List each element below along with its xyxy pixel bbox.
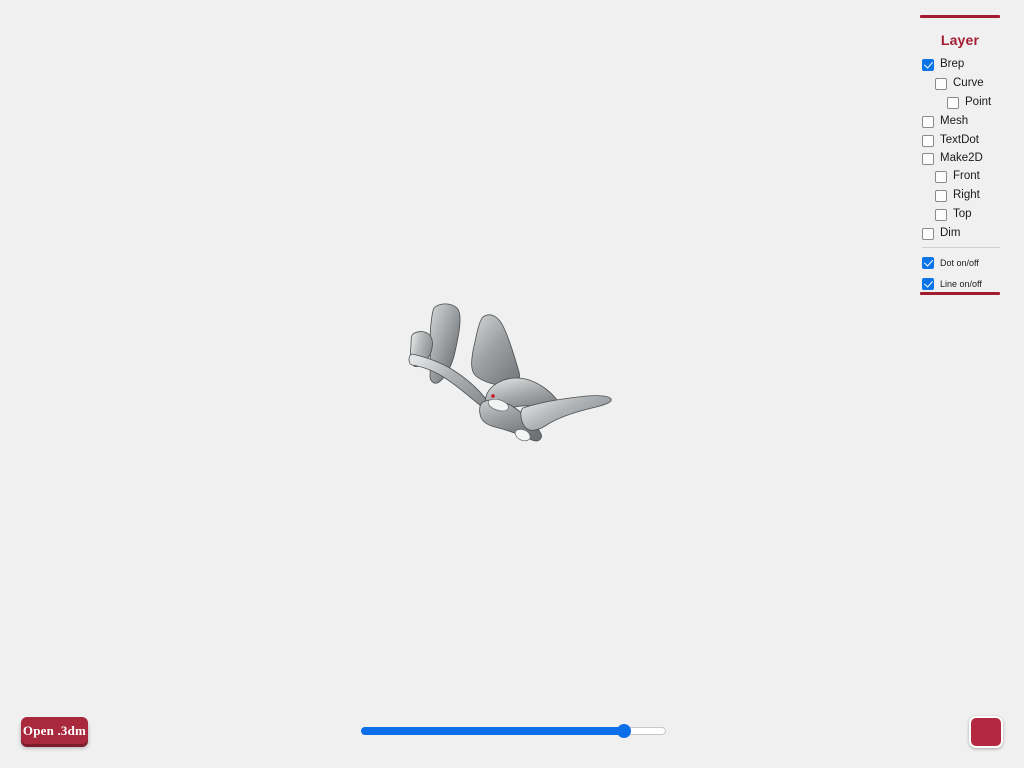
zoom-slider[interactable] <box>361 724 666 738</box>
checkbox-front[interactable] <box>935 171 947 183</box>
toggle-line-on-off[interactable]: Line on/off <box>922 276 982 292</box>
layer-item-dim[interactable]: Dim <box>922 226 960 242</box>
layer-label-brep: Brep <box>940 58 965 71</box>
toggle-label-line-on-off: Line on/off <box>940 278 982 289</box>
layer-item-front[interactable]: Front <box>935 169 980 185</box>
panel-divider <box>922 247 1000 248</box>
layer-label-dim: Dim <box>940 227 961 240</box>
checkbox-textdot[interactable] <box>922 135 934 147</box>
model-viewport[interactable] <box>0 0 918 768</box>
layer-label-right: Right <box>953 189 980 202</box>
layer-label-top: Top <box>953 208 972 221</box>
checkbox-top[interactable] <box>935 209 947 221</box>
panel-top-rule <box>920 15 1000 18</box>
layer-label-textdot: TextDot <box>940 134 979 147</box>
checkbox-right[interactable] <box>935 190 947 202</box>
3d-model-render[interactable] <box>395 290 635 460</box>
checkbox-dot-on-off[interactable] <box>922 257 934 269</box>
toggle-dot-on-off[interactable]: Dot on/off <box>922 255 979 271</box>
layer-item-right[interactable]: Right <box>935 188 980 204</box>
layer-label-make2d: Make2D <box>940 152 983 165</box>
layer-label-mesh: Mesh <box>940 115 969 128</box>
toggle-label-dot-on-off: Dot on/off <box>940 257 979 268</box>
checkbox-point[interactable] <box>947 97 959 109</box>
checkbox-mesh[interactable] <box>922 116 934 128</box>
open-3dm-button[interactable]: Open .3dm <box>21 717 88 744</box>
layer-label-front: Front <box>953 170 980 183</box>
checkbox-dim[interactable] <box>922 228 934 240</box>
layer-item-point[interactable]: Point <box>947 95 991 111</box>
layer-label-curve: Curve <box>953 77 984 90</box>
checkbox-line-on-off[interactable] <box>922 278 934 290</box>
color-swatch[interactable] <box>969 716 1003 748</box>
slider-fill <box>361 727 625 735</box>
point-marker-icon <box>491 394 495 398</box>
layer-item-top[interactable]: Top <box>935 207 972 223</box>
panel-title: Layer <box>940 32 980 48</box>
checkbox-make2d[interactable] <box>922 153 934 165</box>
layer-item-brep[interactable]: Brep <box>922 57 964 73</box>
layer-item-mesh[interactable]: Mesh <box>922 114 968 130</box>
layer-item-textdot[interactable]: TextDot <box>922 133 979 149</box>
slider-thumb[interactable] <box>617 724 632 738</box>
layer-item-make2d[interactable]: Make2D <box>922 151 983 167</box>
layer-label-point: Point <box>965 96 992 109</box>
layer-item-curve[interactable]: Curve <box>935 76 984 92</box>
checkbox-curve[interactable] <box>935 78 947 90</box>
panel-bottom-rule <box>920 292 1000 295</box>
checkbox-brep[interactable] <box>922 59 934 71</box>
layer-panel: Layer Brep Curve Point Mesh TextDot Make… <box>918 0 1024 768</box>
